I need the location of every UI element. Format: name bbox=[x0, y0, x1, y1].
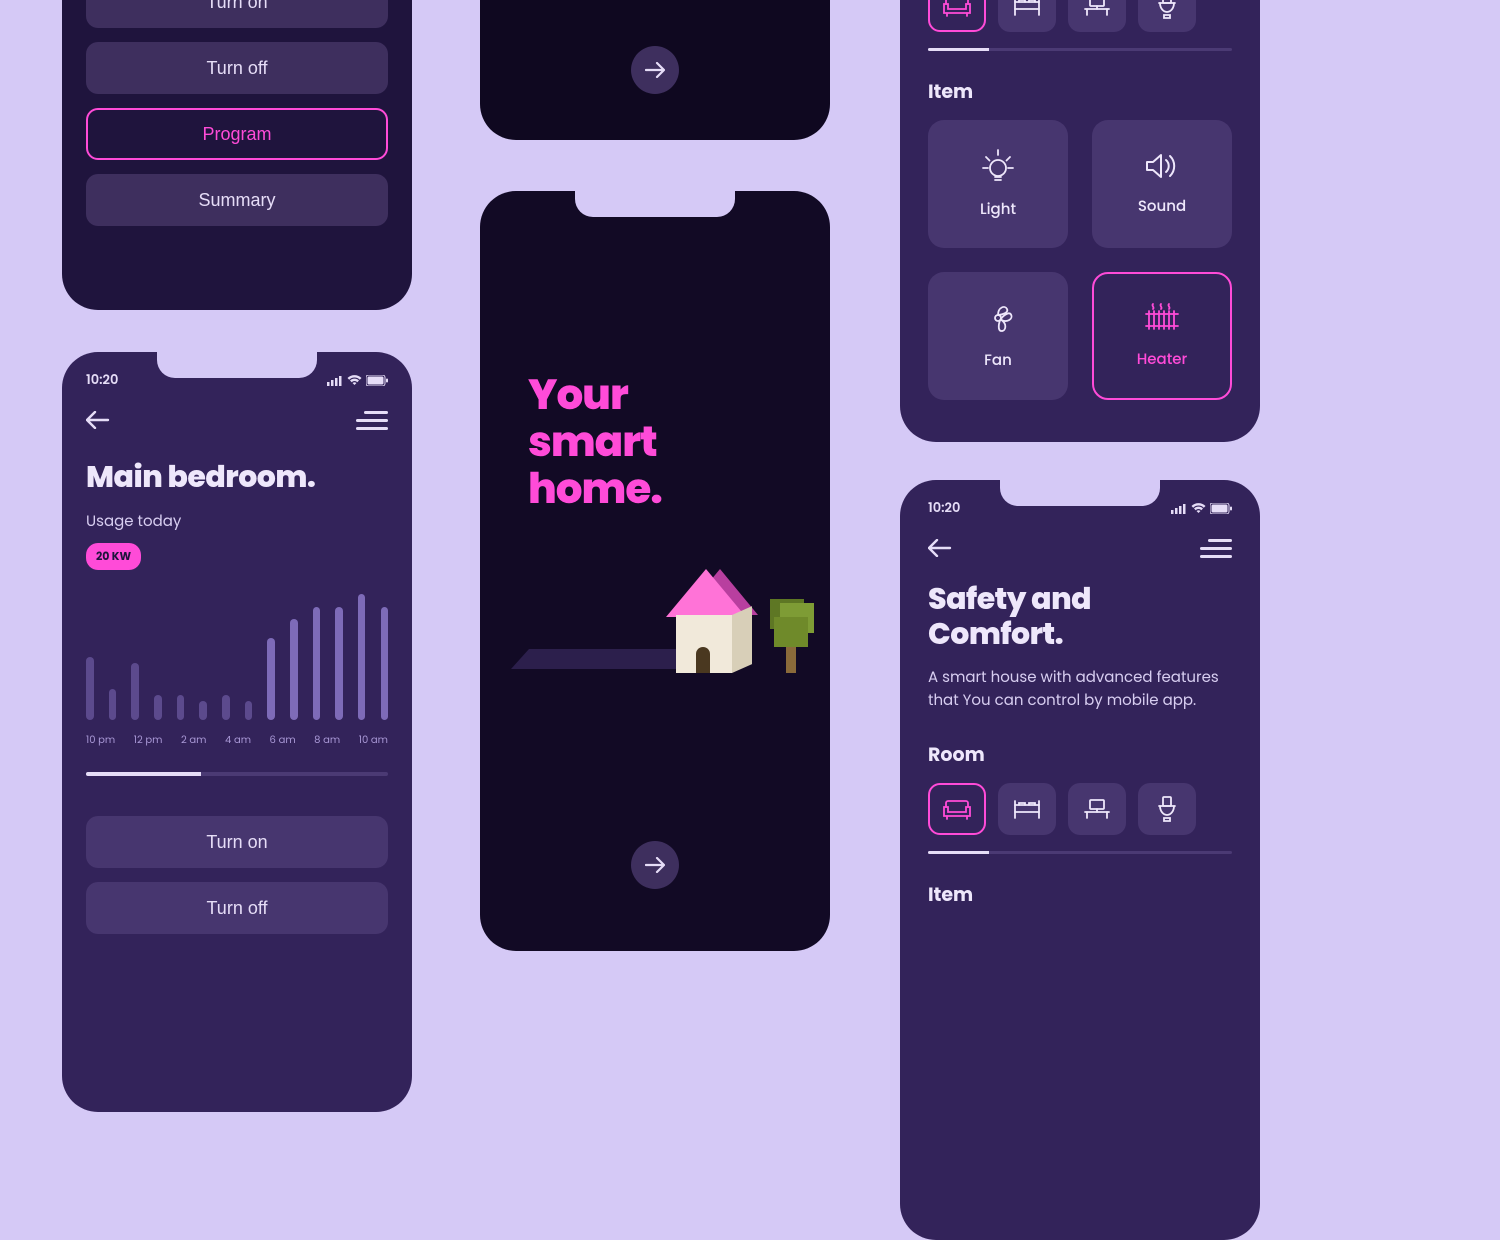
signal-icon bbox=[1171, 503, 1187, 514]
item-label: Fan bbox=[984, 349, 1012, 372]
turn-on-button[interactable]: Turn on bbox=[86, 816, 388, 868]
chart-xtick: 4 am bbox=[225, 732, 251, 748]
item-card-heater[interactable]: Heater bbox=[1092, 272, 1232, 400]
screen-splash: Your smart home. bbox=[480, 191, 830, 951]
section-item-label: Item bbox=[928, 880, 1232, 909]
chart-bar bbox=[313, 607, 321, 720]
bed-icon bbox=[1012, 0, 1042, 17]
chart-xtick: 10 am bbox=[359, 732, 388, 748]
screen-safety-comfort: 10:20 Safety andComfort. A smart house w… bbox=[900, 480, 1260, 1240]
lightbulb-icon bbox=[981, 148, 1015, 184]
page-description: A smart house with advanced features tha… bbox=[928, 667, 1232, 712]
chart-bar bbox=[267, 638, 275, 720]
room-chip[interactable] bbox=[998, 783, 1056, 835]
back-arrow-icon[interactable] bbox=[928, 539, 952, 557]
chart-bar bbox=[109, 689, 117, 721]
chart-bar bbox=[86, 657, 94, 720]
wifi-icon bbox=[347, 375, 362, 386]
chart-xtick: 12 pm bbox=[134, 732, 163, 748]
option-program[interactable]: Program bbox=[86, 108, 388, 160]
room-chip[interactable] bbox=[1068, 0, 1126, 32]
screen-room-items: Item Light Sound Fan Heater bbox=[900, 0, 1260, 442]
house-illustration bbox=[520, 563, 810, 703]
chart-bar bbox=[177, 695, 185, 720]
page-title: Safety andComfort. bbox=[928, 582, 1232, 651]
option-summary[interactable]: Summary bbox=[86, 174, 388, 226]
device-notch bbox=[575, 191, 735, 217]
wifi-icon bbox=[1191, 503, 1206, 514]
menu-icon[interactable] bbox=[356, 406, 388, 435]
chart-xtick: 2 am bbox=[181, 732, 206, 748]
sofa-icon bbox=[942, 0, 972, 17]
fan-icon bbox=[981, 301, 1015, 335]
speaker-icon bbox=[1144, 151, 1180, 181]
status-time: 10:20 bbox=[86, 370, 118, 390]
screen-heater-options: Turn on Turn off Program Summary bbox=[62, 0, 412, 310]
chart-xtick: 6 am bbox=[270, 732, 296, 748]
toilet-icon bbox=[1156, 796, 1178, 822]
next-button[interactable] bbox=[631, 841, 679, 889]
option-turn-on[interactable]: Turn on bbox=[86, 0, 388, 28]
hero-title: Your smart home. bbox=[528, 371, 662, 512]
usage-badge: 20 KW bbox=[86, 543, 141, 570]
signal-icon bbox=[327, 375, 343, 386]
chart-bar bbox=[290, 619, 298, 720]
room-chip[interactable] bbox=[1068, 783, 1126, 835]
toilet-icon bbox=[1156, 0, 1178, 19]
battery-icon bbox=[1210, 503, 1232, 514]
chart-xtick: 8 am bbox=[314, 732, 340, 748]
room-chip[interactable] bbox=[928, 0, 986, 32]
item-label: Heater bbox=[1137, 348, 1188, 371]
radiator-icon bbox=[1143, 302, 1181, 334]
chart-bar bbox=[335, 607, 343, 720]
item-card-light[interactable]: Light bbox=[928, 120, 1068, 248]
next-button[interactable] bbox=[631, 46, 679, 94]
status-time: 10:20 bbox=[928, 498, 960, 518]
room-chip[interactable] bbox=[998, 0, 1056, 32]
chart-bar bbox=[245, 701, 253, 720]
chart-bar bbox=[131, 663, 139, 720]
sofa-icon bbox=[942, 798, 972, 820]
device-notch bbox=[157, 352, 317, 378]
turn-off-button[interactable]: Turn off bbox=[86, 882, 388, 934]
arrow-right-icon bbox=[645, 857, 665, 873]
section-item-label: Item bbox=[928, 77, 1232, 106]
menu-icon[interactable] bbox=[1200, 534, 1232, 563]
item-card-fan[interactable]: Fan bbox=[928, 272, 1068, 400]
item-card-sound[interactable]: Sound bbox=[1092, 120, 1232, 248]
chart-bar bbox=[199, 701, 207, 720]
chart-bar bbox=[154, 695, 162, 720]
room-chip[interactable] bbox=[1138, 0, 1196, 32]
item-label: Sound bbox=[1138, 195, 1186, 218]
page-title: Main bedroom. bbox=[86, 454, 388, 500]
item-label: Light bbox=[980, 198, 1016, 221]
desk-icon bbox=[1082, 798, 1112, 820]
usage-label: Usage today bbox=[86, 510, 388, 533]
section-room-label: Room bbox=[928, 740, 1232, 769]
battery-icon bbox=[366, 375, 388, 386]
option-turn-off[interactable]: Turn off bbox=[86, 42, 388, 94]
back-arrow-icon[interactable] bbox=[86, 411, 110, 429]
chart-bar bbox=[222, 695, 230, 720]
screen-onboarding-prev bbox=[480, 0, 830, 140]
device-notch bbox=[1000, 480, 1160, 506]
chart-bar bbox=[358, 594, 366, 720]
chart-bar bbox=[381, 607, 389, 720]
screen-main-bedroom: 10:20 Main bedroom. Usage today 20 KW 10… bbox=[62, 352, 412, 1112]
arrow-right-icon bbox=[645, 62, 665, 78]
room-chip[interactable] bbox=[928, 783, 986, 835]
bed-icon bbox=[1012, 798, 1042, 820]
desk-icon bbox=[1082, 0, 1112, 17]
room-chip[interactable] bbox=[1138, 783, 1196, 835]
chart-scroll-indicator[interactable] bbox=[86, 772, 388, 776]
chart-xtick: 10 pm bbox=[86, 732, 115, 748]
usage-bar-chart: 10 pm 12 pm 2 am 4 am 6 am 8 am 10 am bbox=[86, 594, 388, 748]
